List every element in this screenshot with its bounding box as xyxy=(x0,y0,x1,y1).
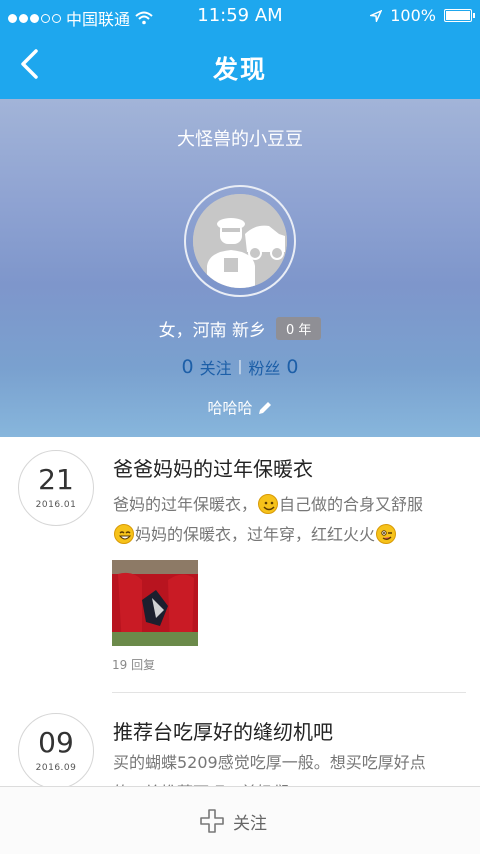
date-badge: 09 2016.09 xyxy=(18,713,94,786)
years-badge: 0 年 xyxy=(276,317,322,340)
fans-count[interactable]: 0 xyxy=(286,356,298,378)
battery-icon xyxy=(444,9,475,22)
post-body-line1-b: 自己做的合身又舒服 xyxy=(279,495,424,514)
avatar[interactable] xyxy=(184,185,296,297)
follow-label: 关注 xyxy=(233,813,267,834)
post-day: 09 xyxy=(38,726,74,759)
status-right: 100% xyxy=(370,6,475,25)
nav-bar: 发现 xyxy=(0,33,480,99)
post-day: 21 xyxy=(38,463,74,496)
signature-text: 哈哈哈 xyxy=(207,399,253,417)
status-bar: 中国联通 11:59 AM 100% xyxy=(0,0,480,33)
post-body: 买的蝴蝶5209感觉吃厚一般。想买吃厚好点 的，给推荐下吧，兼奶们 xyxy=(113,748,458,786)
following-count[interactable]: 0 xyxy=(182,356,194,378)
post-title[interactable]: 推荐台吃厚好的缝纫机吧 xyxy=(113,716,333,745)
post-image[interactable] xyxy=(112,560,198,646)
fans-label[interactable]: 粉丝 xyxy=(248,355,280,379)
follow-counts: 0 关注 | 粉丝 0 xyxy=(0,355,480,379)
post-replies: 19 回复 xyxy=(112,658,156,672)
battery-percent: 100% xyxy=(390,6,436,25)
bottom-bar: 关注 xyxy=(0,786,480,854)
counts-separator: | xyxy=(237,359,243,375)
follow-button[interactable]: 关注 xyxy=(199,808,267,834)
grin-emoji-icon xyxy=(114,524,134,544)
post-body-line1: 买的蝴蝶5209感觉吃厚一般。想买吃厚好点 xyxy=(113,753,426,772)
wink-emoji-icon xyxy=(376,524,397,544)
profile-info-row: 女，河南 新乡 0 年 xyxy=(0,316,480,341)
post-year-month: 2016.01 xyxy=(35,500,77,510)
pencil-icon[interactable] xyxy=(257,400,273,416)
post-title[interactable]: 爸爸妈妈的过年保暖衣 xyxy=(113,453,313,482)
smile-emoji-icon xyxy=(258,494,279,514)
post-body-line2: 的，给推荐下吧，兼奶们 xyxy=(113,778,458,786)
post-body: 爸妈的过年保暖衣， 自己做的合身又舒服 妈妈的保暖衣，过年穿，红红火火 xyxy=(113,490,458,550)
gender-location: 女，河南 新乡 xyxy=(158,321,266,341)
profile-name: 大怪兽的小豆豆 xyxy=(177,129,303,150)
post-year-month: 2016.09 xyxy=(35,763,77,773)
plus-icon xyxy=(200,809,224,833)
post-item[interactable]: 09 2016.09 推荐台吃厚好的缝纫机吧 买的蝴蝶5209感觉吃厚一般。想买… xyxy=(0,692,480,786)
location-arrow-icon xyxy=(370,9,383,22)
signature-row[interactable]: 哈哈哈 xyxy=(0,397,480,418)
profile-header: 大怪兽的小豆豆 女，河南 新乡 0 年 0 关注 | 粉丝 0 哈哈哈 xyxy=(0,99,480,437)
post-body-line1-a: 爸妈的过年保暖衣， xyxy=(113,495,258,514)
date-badge: 21 2016.01 xyxy=(18,450,94,526)
post-item[interactable]: 21 2016.01 爸爸妈妈的过年保暖衣 爸妈的过年保暖衣， 自己做的合身又舒服… xyxy=(0,437,480,693)
page-title: 发现 xyxy=(212,55,267,84)
post-body-line2-a: 妈妈的保暖衣，过年穿，红红火火 xyxy=(135,525,376,544)
default-avatar-icon xyxy=(193,194,287,288)
following-label[interactable]: 关注 xyxy=(200,355,232,379)
